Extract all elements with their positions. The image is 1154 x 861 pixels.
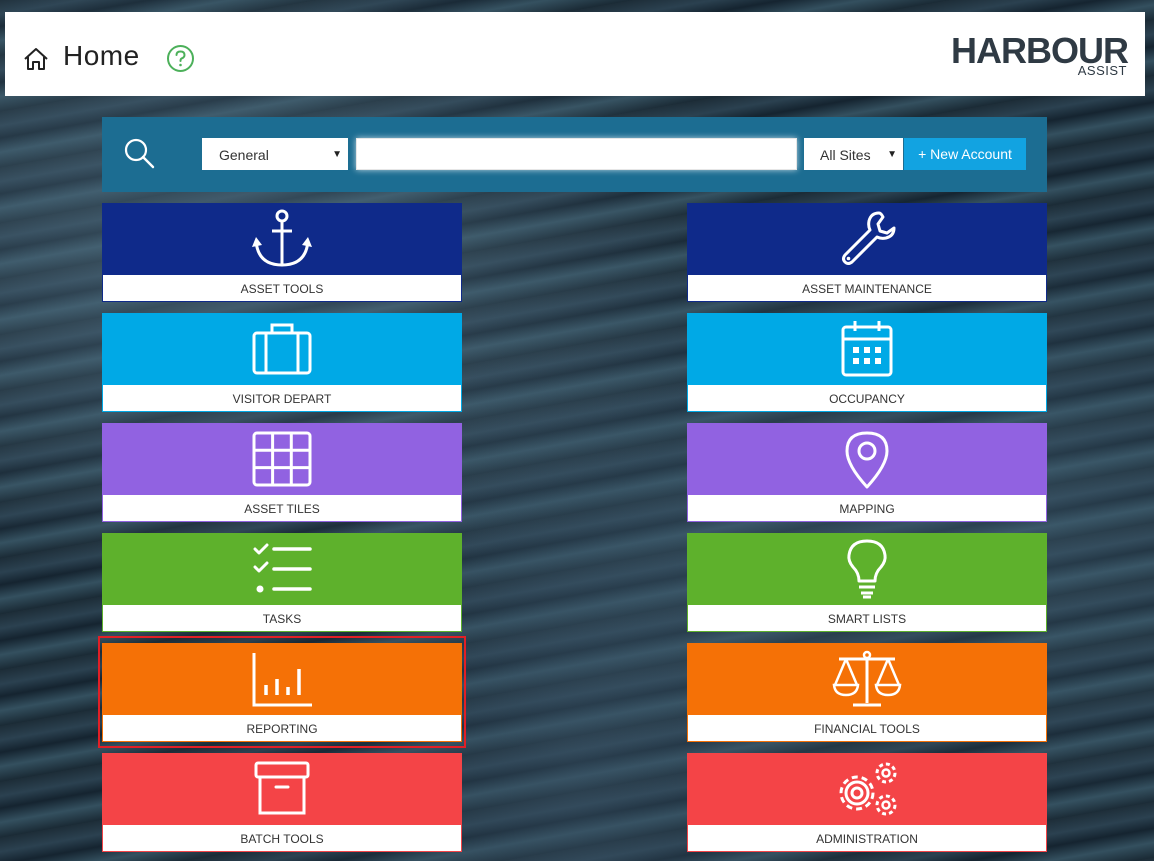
tile-label: SMART LISTS xyxy=(687,604,1047,632)
tile-label: ASSET TOOLS xyxy=(102,274,462,302)
tile-label: ASSET TILES xyxy=(102,494,462,522)
wrench-icon xyxy=(842,211,896,265)
tile-label: MAPPING xyxy=(687,494,1047,522)
tile-label: BATCH TOOLS xyxy=(102,824,462,852)
tile-color-block xyxy=(102,423,462,494)
briefcase-icon xyxy=(252,323,312,374)
tile-label: VISITOR DEPART xyxy=(102,384,462,412)
page-title: Home xyxy=(63,40,140,71)
tile-financial-tools[interactable]: FINANCIAL TOOLS xyxy=(687,643,1047,742)
scales-icon xyxy=(832,650,902,706)
chevron-down-icon: ▼ xyxy=(887,149,897,160)
chevron-down-icon: ▼ xyxy=(332,149,342,160)
lightbulb-icon xyxy=(847,539,887,598)
tile-mapping[interactable]: MAPPING xyxy=(687,423,1047,522)
help-circle-icon[interactable] xyxy=(166,44,195,73)
tile-color-block xyxy=(102,203,462,274)
top-header: Home HARBOUR ASSIST xyxy=(5,12,1145,96)
checklist-icon xyxy=(253,543,312,592)
tile-label: ADMINISTRATION xyxy=(687,824,1047,852)
tile-label: OCCUPANCY xyxy=(687,384,1047,412)
logo-subtext: ASSIST xyxy=(1077,63,1127,78)
home-icon[interactable] xyxy=(22,45,50,73)
tile-color-block xyxy=(687,423,1047,494)
grid-icon xyxy=(252,431,312,486)
tile-visitor-depart[interactable]: VISITOR DEPART xyxy=(102,313,462,412)
gears-icon xyxy=(839,762,897,815)
selection-highlight xyxy=(98,636,466,748)
tile-administration[interactable]: ADMINISTRATION xyxy=(687,753,1047,852)
tile-asset-tiles[interactable]: ASSET TILES xyxy=(102,423,462,522)
tile-label: ASSET MAINTENANCE xyxy=(687,274,1047,302)
harbour-assist-logo: HARBOUR ASSIST xyxy=(948,30,1129,80)
map-pin-icon xyxy=(845,431,889,488)
site-select[interactable]: All Sites ▼ xyxy=(804,138,903,170)
tile-color-block xyxy=(687,753,1047,824)
tile-color-block xyxy=(687,643,1047,714)
tile-color-block xyxy=(687,203,1047,274)
tile-batch-tools[interactable]: BATCH TOOLS xyxy=(102,753,462,852)
new-account-button[interactable]: + New Account xyxy=(904,138,1026,170)
tile-label: TASKS xyxy=(102,604,462,632)
tile-asset-maintenance[interactable]: ASSET MAINTENANCE xyxy=(687,203,1047,302)
tile-occupancy[interactable]: OCCUPANCY xyxy=(687,313,1047,412)
tile-label: FINANCIAL TOOLS xyxy=(687,714,1047,742)
tile-smart-lists[interactable]: SMART LISTS xyxy=(687,533,1047,632)
search-input[interactable] xyxy=(356,138,797,170)
site-select-value: All Sites xyxy=(820,147,871,163)
archive-box-icon xyxy=(254,761,310,814)
category-select-value: General xyxy=(219,147,269,163)
tile-color-block xyxy=(687,313,1047,384)
tile-color-block xyxy=(102,313,462,384)
tile-color-block xyxy=(102,753,462,824)
search-bar: General ▼ All Sites ▼ + New Account xyxy=(102,117,1047,192)
tile-asset-tools[interactable]: ASSET TOOLS xyxy=(102,203,462,302)
tile-color-block xyxy=(102,533,462,604)
category-select[interactable]: General ▼ xyxy=(202,138,348,170)
tile-tasks[interactable]: TASKS xyxy=(102,533,462,632)
anchor-icon xyxy=(252,209,312,267)
tile-color-block xyxy=(687,533,1047,604)
calendar-icon xyxy=(841,320,893,376)
search-icon[interactable] xyxy=(121,135,157,171)
